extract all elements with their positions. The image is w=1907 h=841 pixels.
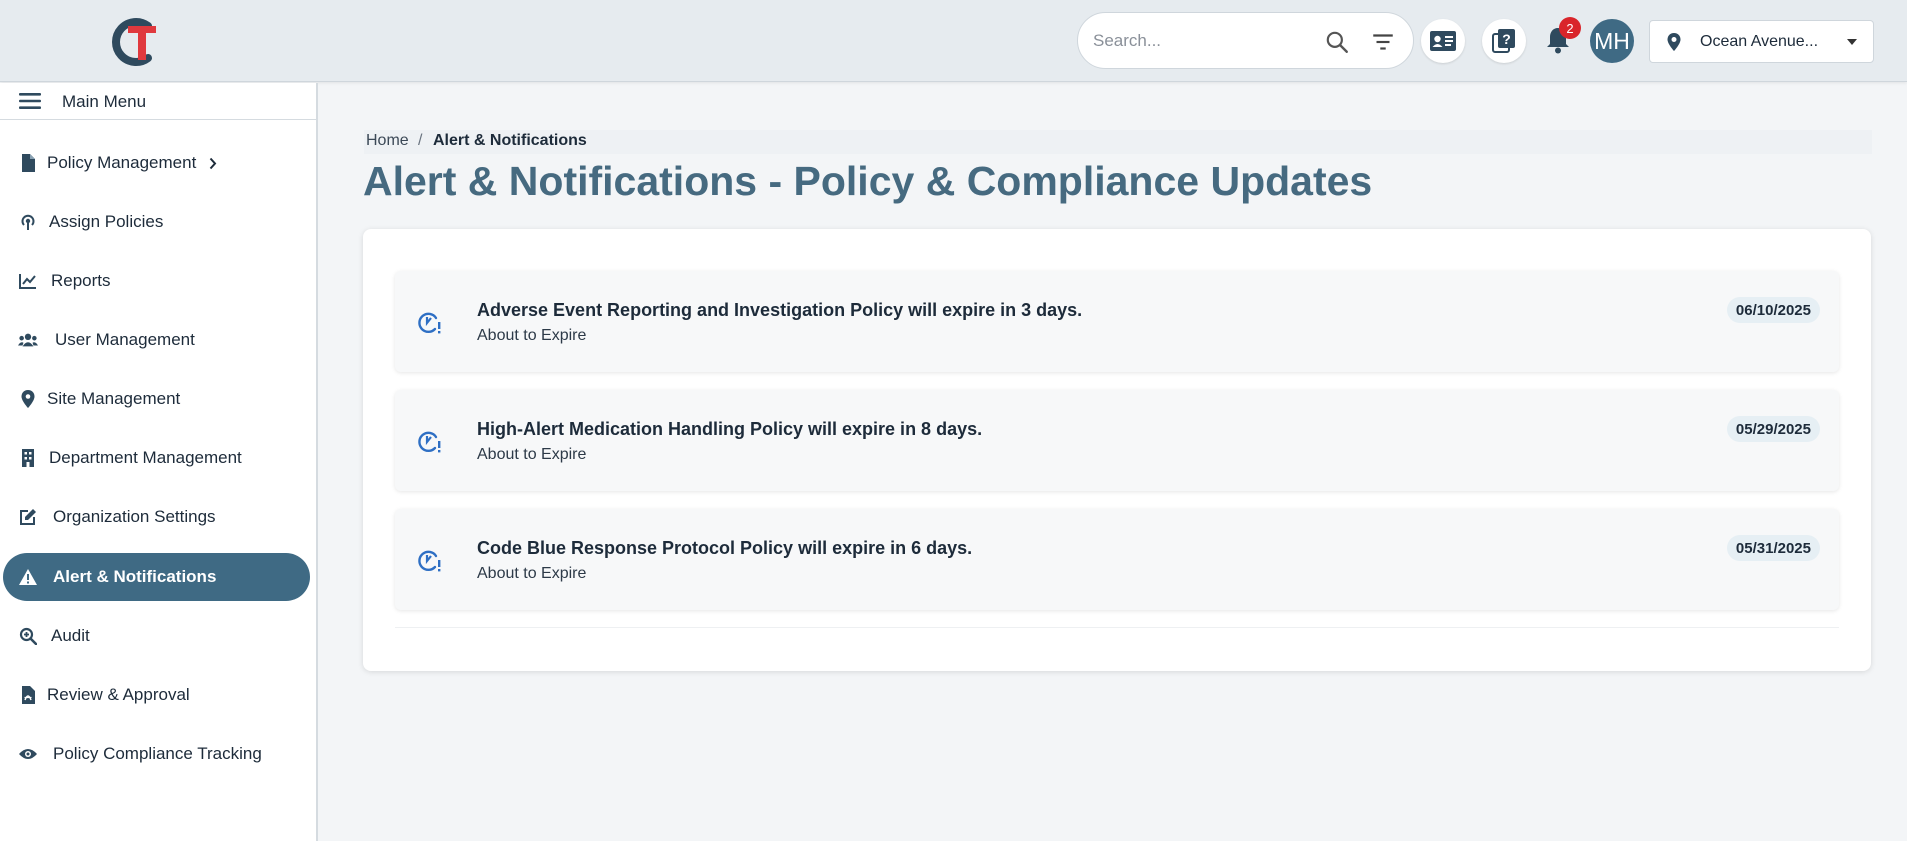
alert-status: About to Expire	[477, 446, 587, 463]
sidebar-item-assign-policies[interactable]: Assign Policies	[3, 198, 310, 246]
breadcrumb-current: Alert & Notifications	[433, 132, 587, 149]
alert-status: About to Expire	[477, 565, 587, 582]
alert-status: About to Expire	[477, 327, 587, 344]
site-selector[interactable]: Ocean Avenue...	[1649, 20, 1874, 63]
sidebar-item-label: Audit	[51, 626, 90, 645]
sidebar-item-label: Assign Policies	[49, 212, 164, 231]
search-input[interactable]	[1093, 27, 1313, 55]
alert-title: Code Blue Response Protocol Policy will …	[477, 538, 973, 558]
building-icon	[18, 449, 38, 467]
site-selector-value: Ocean Avenue...	[1700, 33, 1819, 50]
sidebar-item-label: Policy Management	[47, 153, 197, 172]
sidebar-item-policy-management[interactable]: Policy Management	[3, 139, 310, 187]
file-icon	[18, 154, 38, 172]
breadcrumb: Home / Alert & Notifications	[364, 130, 1872, 154]
sidebar-item-audit[interactable]: Audit	[3, 612, 310, 660]
chevron-right-icon	[209, 157, 217, 170]
sidebar-item-label: Organization Settings	[53, 507, 216, 526]
breadcrumb-separator: /	[418, 132, 423, 149]
alert-item[interactable]: High-Alert Medication Handling Policy wi…	[395, 390, 1839, 491]
sidebar-item-policy-compliance-tracking[interactable]: Policy Compliance Tracking	[3, 730, 310, 778]
alert-date-badge: 05/29/2025	[1726, 416, 1820, 442]
breadcrumb-home-link[interactable]: Home	[366, 132, 409, 150]
sidebar-item-label: Department Management	[49, 448, 242, 467]
alert-title: High-Alert Medication Handling Policy wi…	[477, 419, 983, 439]
notification-count-badge: 2	[1559, 17, 1581, 39]
clock-alert-icon	[418, 431, 441, 453]
help-icon: ?	[1492, 29, 1515, 53]
sidebar-item-organization-settings[interactable]: Organization Settings	[3, 493, 310, 541]
alert-item[interactable]: Code Blue Response Protocol Policy will …	[395, 509, 1839, 610]
sidebar-item-label: Alert & Notifications	[53, 567, 217, 586]
alert-title: Adverse Event Reporting and Investigatio…	[477, 300, 1083, 320]
alert-date-badge: 06/10/2025	[1726, 297, 1820, 323]
sidebar-item-alert-notifications[interactable]: Alert & Notifications	[3, 553, 310, 601]
warning-icon	[18, 568, 38, 586]
alert-item[interactable]: Adverse Event Reporting and Investigatio…	[395, 271, 1839, 372]
edit-icon	[18, 508, 38, 526]
eye-icon	[18, 745, 38, 763]
main-menu-toggle[interactable]: Main Menu	[0, 83, 316, 120]
alert-date-badge: 05/31/2025	[1726, 535, 1820, 561]
sidebar-item-label: Policy Compliance Tracking	[53, 744, 262, 763]
chart-line-icon	[18, 272, 38, 290]
sidebar-item-label: Reports	[51, 271, 111, 290]
search-plus-icon	[18, 627, 38, 645]
sidebar-item-department-management[interactable]: Department Management	[3, 434, 310, 482]
sidebar-item-reports[interactable]: Reports	[3, 257, 310, 305]
id-card-icon	[1430, 31, 1456, 51]
top-bar: ? 2 MH Ocean Avenue...	[0, 0, 1907, 82]
sidebar-item-user-management[interactable]: User Management	[3, 316, 310, 364]
user-avatar[interactable]: MH	[1590, 19, 1634, 63]
help-button[interactable]: ?	[1482, 19, 1526, 63]
search-icon[interactable]	[1324, 29, 1350, 55]
sidebar-item-label: Site Management	[47, 389, 181, 408]
clock-alert-icon	[418, 550, 441, 572]
sidebar-item-label: Review & Approval	[47, 685, 190, 704]
main-menu-label: Main Menu	[62, 92, 147, 111]
alerts-card: Adverse Event Reporting and Investigatio…	[363, 229, 1871, 671]
filter-icon[interactable]	[1370, 29, 1396, 55]
file-pdf-icon	[18, 686, 38, 704]
page-title: Alert & Notifications - Policy & Complia…	[363, 158, 1373, 204]
location-pin-icon	[1667, 33, 1681, 51]
clock-alert-icon	[418, 312, 441, 334]
svg-text:?: ?	[1502, 31, 1511, 47]
sidebar-item-site-management[interactable]: Site Management	[3, 375, 310, 423]
sidebar-item-review-approval[interactable]: Review & Approval	[3, 671, 310, 719]
users-icon	[18, 331, 38, 349]
app-logo[interactable]	[108, 14, 164, 68]
podcast-icon	[18, 213, 38, 231]
location-pin-icon	[18, 390, 38, 408]
chevron-down-icon	[1847, 39, 1857, 45]
hamburger-menu-icon	[19, 93, 41, 109]
sidebar-item-label: User Management	[55, 330, 195, 349]
search-bar	[1077, 12, 1414, 69]
id-card-button[interactable]	[1421, 19, 1465, 63]
divider	[395, 627, 1839, 628]
sidebar: Main Menu Policy Management Assign Polic…	[0, 83, 318, 841]
